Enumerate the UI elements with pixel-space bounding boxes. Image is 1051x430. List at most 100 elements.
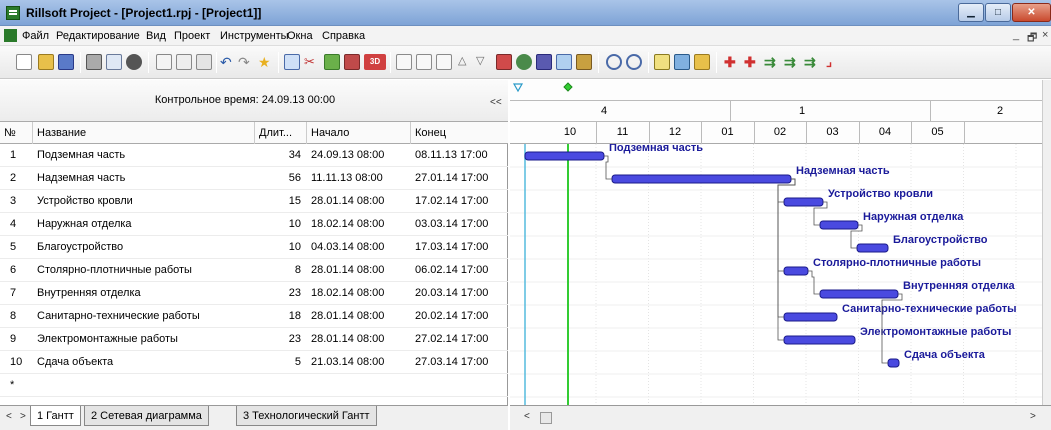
task-duration[interactable]: 15 [255, 190, 307, 213]
table-row[interactable]: 3 Устройство кровли 15 28.01.14 08:00 17.02.… [0, 190, 508, 213]
add-task-icon[interactable] [496, 54, 512, 70]
task-start[interactable]: 28.01.14 08:00 [307, 328, 411, 351]
task-number[interactable]: 8 [0, 305, 33, 328]
unlink-icon[interactable]: ✂ [304, 54, 320, 70]
table-row[interactable]: 7 Внутренняя отделка 23 18.02.14 08:00 20.03… [0, 282, 508, 305]
task-end[interactable]: 20.02.14 17:00 [411, 305, 508, 328]
menu-tools[interactable]: Инструменты [220, 30, 289, 42]
close-button[interactable]: ✕ [1012, 3, 1051, 22]
task-start[interactable]: 24.09.13 08:00 [307, 144, 411, 167]
move-icon[interactable]: ⇉ [764, 54, 780, 70]
task-start[interactable]: 18.02.14 08:00 [307, 213, 411, 236]
menu-edit[interactable]: Редактирование [56, 30, 140, 42]
collapse-button[interactable]: << [490, 97, 502, 108]
scroll-thumb[interactable] [540, 412, 552, 424]
column-header-start[interactable]: Начало [307, 122, 411, 144]
task-start[interactable]: 04.03.14 08:00 [307, 236, 411, 259]
column-header-name[interactable]: Название [33, 122, 255, 144]
task-name[interactable]: Благоустройство [33, 236, 255, 259]
task-start[interactable]: 28.01.14 08:00 [307, 305, 411, 328]
gantt-bar[interactable] [524, 151, 605, 161]
task-duration[interactable]: 18 [255, 305, 307, 328]
task-number[interactable]: 6 [0, 259, 33, 282]
task-end[interactable]: 06.02.14 17:00 [411, 259, 508, 282]
gantt-bar[interactable] [783, 266, 809, 276]
move-icon[interactable]: ⇉ [784, 54, 800, 70]
task-end[interactable]: 08.11.13 17:00 [411, 144, 508, 167]
task-end[interactable] [411, 374, 508, 397]
menu-view[interactable]: Вид [146, 30, 166, 42]
calendar-icon[interactable] [556, 54, 572, 70]
task-duration[interactable]: 8 [255, 259, 307, 282]
find-icon[interactable] [126, 54, 142, 70]
tab-gantt[interactable]: 1 Гантт [30, 406, 81, 426]
tab-network-diagram[interactable]: 2 Сетевая диаграмма [84, 406, 209, 426]
task-end[interactable]: 27.01.14 17:00 [411, 167, 508, 190]
task-duration[interactable]: 34 [255, 144, 307, 167]
scroll-right-button[interactable]: > [1030, 411, 1036, 422]
task-name[interactable]: Подземная часть [33, 144, 255, 167]
gantt-bar[interactable] [783, 335, 856, 345]
task-start[interactable]: 28.01.14 08:00 [307, 259, 411, 282]
task-start[interactable]: 11.11.13 08:00 [307, 167, 411, 190]
menu-help[interactable]: Справка [322, 30, 365, 42]
horizontal-scrollbar[interactable]: < > [510, 405, 1051, 430]
task-number[interactable]: 3 [0, 190, 33, 213]
new-icon[interactable] [16, 54, 32, 70]
table-row[interactable]: 8 Санитарно-технические работы 18 28.01.14 … [0, 305, 508, 328]
task-duration[interactable] [255, 374, 307, 397]
column-header-number[interactable]: № [0, 122, 33, 144]
critical-path-icon[interactable]: ✚ [724, 54, 740, 70]
filter-icon[interactable] [576, 54, 592, 70]
print-icon[interactable] [86, 54, 102, 70]
link-icon[interactable] [284, 54, 300, 70]
task-number[interactable]: 4 [0, 213, 33, 236]
add-resource-icon[interactable] [536, 54, 552, 70]
layout-icon[interactable] [654, 54, 670, 70]
task-icon[interactable] [436, 54, 452, 70]
tab-nav-left-button[interactable]: < [6, 411, 12, 422]
table-row[interactable]: 4 Наружная отделка 10 18.02.14 08:00 03.03.1… [0, 213, 508, 236]
task-name[interactable]: Устройство кровли [33, 190, 255, 213]
task-name[interactable]: Санитарно-технические работы [33, 305, 255, 328]
gantt-bar[interactable] [783, 312, 838, 322]
gantt-bar[interactable] [856, 243, 889, 253]
gantt-bar[interactable] [783, 197, 824, 207]
task-start[interactable]: 28.01.14 08:00 [307, 190, 411, 213]
indent-icon[interactable] [344, 54, 360, 70]
mdi-minimize-button[interactable]: _ [1013, 29, 1019, 41]
task-name[interactable]: Столярно-плотничные работы [33, 259, 255, 282]
menu-project[interactable]: Проект [174, 30, 210, 42]
task-icon[interactable] [416, 54, 432, 70]
task-icon[interactable] [396, 54, 412, 70]
task-name[interactable]: Сдача объекта [33, 351, 255, 374]
task-duration[interactable]: 23 [255, 328, 307, 351]
tab-nav-right-button[interactable]: > [20, 411, 26, 422]
mdi-close-button[interactable]: × [1042, 29, 1048, 41]
task-name[interactable]: Надземная часть [33, 167, 255, 190]
table-row[interactable]: 9 Электромонтажные работы 23 28.01.14 08:00… [0, 328, 508, 351]
gantt-bar[interactable] [887, 358, 900, 368]
cut-icon[interactable] [156, 54, 172, 70]
task-end[interactable]: 03.03.14 17:00 [411, 213, 508, 236]
table-row[interactable]: * [0, 374, 508, 397]
redo-icon[interactable]: ↷ [238, 54, 254, 70]
task-name[interactable] [33, 374, 255, 397]
task-name[interactable]: Наружная отделка [33, 213, 255, 236]
task-start[interactable] [307, 374, 411, 397]
table-row[interactable]: 5 Благоустройство 10 04.03.14 08:00 17.03.14… [0, 236, 508, 259]
end-icon[interactable]: ⌟ [826, 54, 842, 70]
folder-icon[interactable] [694, 54, 710, 70]
task-number[interactable]: 1 [0, 144, 33, 167]
layout-icon[interactable] [674, 54, 690, 70]
task-name[interactable]: Электромонтажные работы [33, 328, 255, 351]
tab-technological-gantt[interactable]: 3 Технологический Гантт [236, 406, 377, 426]
task-duration[interactable]: 10 [255, 236, 307, 259]
outdent-icon[interactable] [324, 54, 340, 70]
column-header-duration[interactable]: Длит... [255, 122, 307, 144]
task-end[interactable]: 27.02.14 17:00 [411, 328, 508, 351]
task-start[interactable]: 18.02.14 08:00 [307, 282, 411, 305]
3d-icon[interactable]: 3D [364, 54, 386, 70]
table-row[interactable]: 1 Подземная часть 34 24.09.13 08:00 08.11.13… [0, 144, 508, 167]
zoom-in-icon[interactable] [606, 54, 622, 70]
